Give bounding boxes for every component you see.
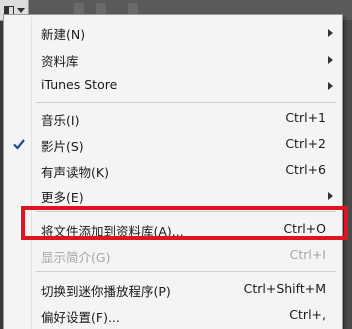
menu-item-label: 有声读物(K) <box>41 165 109 180</box>
menu-item-itunes-store[interactable]: iTunes Store <box>4 74 342 96</box>
submenu-arrow-icon <box>328 192 333 200</box>
menu-item-mini-player[interactable]: 切换到迷你播放程序(P) Ctrl+Shift+M <box>4 278 342 300</box>
menu-item-label: 偏好设置(F)... <box>41 310 120 325</box>
context-menu: 新建(N) 资料库 iTunes Store 音乐(I) Ctrl+1 影片(S… <box>3 14 343 329</box>
menu-item-label: 资料库 <box>41 54 79 69</box>
menu-item-label: 切换到迷你播放程序(P) <box>41 284 171 299</box>
menu-item-preferences[interactable]: 偏好设置(F)... Ctrl+, <box>4 304 342 326</box>
menu-item-shortcut: Ctrl+2 <box>285 136 326 151</box>
menu-item-movies[interactable]: 影片(S) Ctrl+2 <box>4 133 342 155</box>
app-backdrop-edge <box>344 20 352 329</box>
menu-item-more[interactable]: 更多(E) <box>4 184 342 206</box>
menu-item-shortcut: Ctrl+I <box>289 247 326 262</box>
menu-item-label: 显示简介(G) <box>41 250 111 265</box>
menu-item-music[interactable]: 音乐(I) Ctrl+1 <box>4 107 342 129</box>
chevron-down-icon <box>16 7 25 13</box>
menu-item-get-info: 显示简介(G) Ctrl+I <box>4 244 342 266</box>
menu-separator <box>36 271 336 272</box>
menu-item-shortcut: Ctrl+1 <box>285 110 326 125</box>
menu-item-label: iTunes Store <box>41 77 118 92</box>
menu-item-label: 影片(S) <box>41 139 84 154</box>
check-icon <box>13 139 25 150</box>
menu-item-library[interactable]: 资料库 <box>4 48 342 70</box>
submenu-arrow-icon <box>328 56 333 64</box>
menu-item-audiobooks[interactable]: 有声读物(K) Ctrl+6 <box>4 159 342 181</box>
submenu-arrow-icon <box>328 82 333 90</box>
menu-item-label: 音乐(I) <box>41 113 80 128</box>
menu-item-shortcut: Ctrl+6 <box>285 162 326 177</box>
menu-separator <box>36 102 336 103</box>
highlight-box <box>21 206 348 240</box>
menu-item-label: 新建(N) <box>41 27 86 42</box>
submenu-arrow-icon <box>328 29 333 37</box>
menu-item-new[interactable]: 新建(N) <box>4 21 342 43</box>
menu-item-label: 更多(E) <box>41 190 84 205</box>
menu-item-shortcut: Ctrl+Shift+M <box>243 281 326 296</box>
menu-item-shortcut: Ctrl+, <box>289 307 326 322</box>
